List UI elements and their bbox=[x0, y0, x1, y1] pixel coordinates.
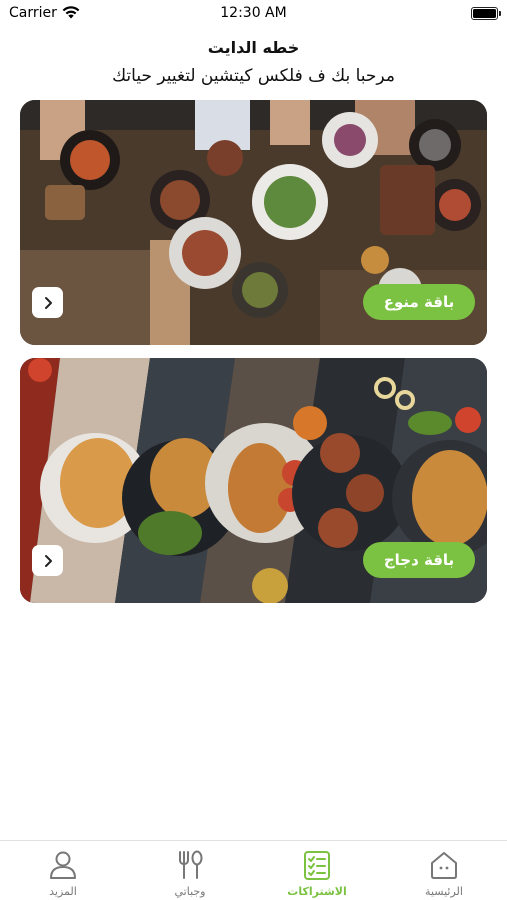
open-mixed-plan-button[interactable] bbox=[32, 287, 63, 318]
chevron-right-icon bbox=[44, 554, 52, 567]
plan-card-mixed[interactable]: باقة منوع bbox=[20, 100, 487, 345]
page-subtitle: مرحبا بك ف فلكس كيتشين لتغيير حياتك bbox=[112, 66, 395, 86]
tab-home-label: الرئيسية bbox=[425, 885, 463, 898]
plan-card-chicken[interactable]: باقة دجاج bbox=[20, 358, 487, 603]
open-chicken-plan-button[interactable] bbox=[32, 545, 63, 576]
tab-more[interactable]: المزيد bbox=[0, 841, 126, 900]
status-bar: Carrier 12:30 AM bbox=[0, 0, 507, 28]
person-icon bbox=[50, 851, 76, 879]
chevron-right-icon bbox=[44, 296, 52, 309]
plan-label-mixed[interactable]: باقة منوع bbox=[363, 284, 475, 320]
tab-my-meals[interactable]: وجباتي bbox=[127, 841, 253, 900]
clock: 12:30 AM bbox=[220, 5, 287, 21]
tab-more-label: المزيد bbox=[49, 885, 77, 898]
clipboard-list-icon bbox=[304, 851, 330, 880]
page-title: خطه الدايت bbox=[207, 38, 300, 57]
battery-icon bbox=[471, 7, 501, 20]
tab-subscriptions-label: الاشتراكات bbox=[287, 885, 347, 898]
tab-my-meals-label: وجباتي bbox=[174, 885, 206, 898]
tab-subscriptions[interactable]: الاشتراكات bbox=[254, 841, 380, 900]
tab-bar: المزيد وجباتي الاشتراكات الرئيسية bbox=[0, 840, 507, 900]
fork-spoon-icon bbox=[179, 850, 203, 879]
house-icon bbox=[431, 852, 457, 879]
plan-label-chicken[interactable]: باقة دجاج bbox=[363, 542, 475, 578]
tab-home[interactable]: الرئيسية bbox=[381, 841, 507, 900]
